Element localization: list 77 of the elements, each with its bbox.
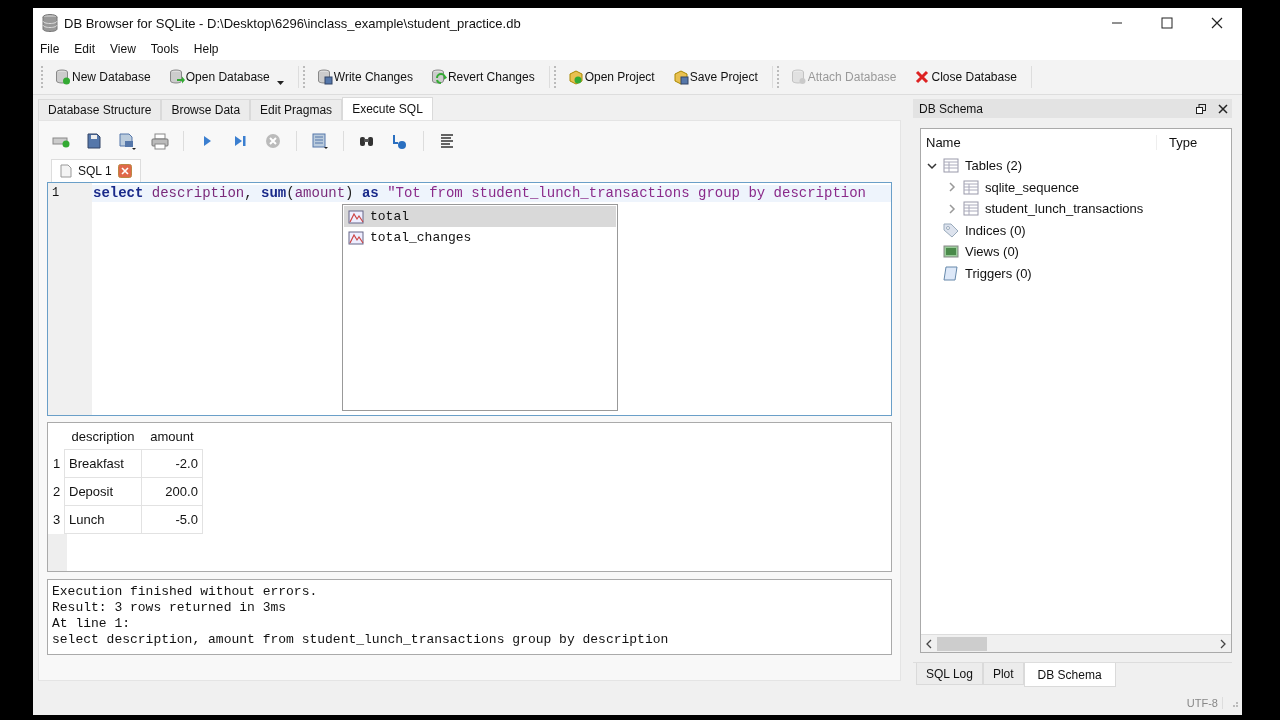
tree-item[interactable]: Indices (0) xyxy=(965,222,1026,238)
function-icon xyxy=(348,209,364,224)
export-icon[interactable] xyxy=(310,132,330,150)
sql-editor[interactable]: 1 select description, sum(amount) as "Tot from student_lunch_transactions group by description total total_changes xyxy=(47,182,892,416)
table-cell: -5.0 xyxy=(141,505,203,534)
table-cell: 200.0 xyxy=(141,477,203,506)
encoding-label: UTF-8 xyxy=(1186,697,1223,709)
autocomplete-item[interactable]: total_changes xyxy=(344,227,616,248)
database-link-icon xyxy=(790,69,807,85)
save-file-icon[interactable] xyxy=(117,132,137,150)
float-icon[interactable] xyxy=(1196,103,1206,114)
menu-item[interactable]: Tools xyxy=(150,40,187,58)
tab[interactable]: Browse Data xyxy=(161,99,251,120)
menu-item[interactable]: View xyxy=(110,40,144,58)
maximize-icon[interactable] xyxy=(1161,17,1173,29)
tree-item[interactable]: student_lunch_transactions xyxy=(985,201,1144,217)
window-title: DB Browser for SQLite - D:\Desktop\6296\inclass_example\student_practice.db xyxy=(64,15,521,31)
tab[interactable]: Plot xyxy=(982,663,1024,685)
tree-item[interactable]: sqlite_sequence xyxy=(985,179,1079,195)
table-cell: -2.0 xyxy=(141,449,203,478)
panel-title: DB Schema xyxy=(919,101,984,116)
table-icon xyxy=(963,179,979,195)
tab[interactable]: Execute SQL xyxy=(342,97,433,120)
function-icon xyxy=(348,230,364,245)
message-line: select description, amount from student_lunch_transactions group by description xyxy=(52,632,670,648)
table-cell: Lunch xyxy=(64,505,142,534)
toolbar-button[interactable]: Revert Changes xyxy=(424,66,541,88)
row-header-strip xyxy=(48,534,67,571)
toolbar-button[interactable]: Close Database xyxy=(908,66,1023,88)
database-add-icon xyxy=(55,69,71,85)
table-cell: Deposit xyxy=(64,477,142,506)
autocomplete-item[interactable]: total xyxy=(344,206,616,227)
tree-item[interactable]: Tables (2) xyxy=(965,158,1023,174)
close-icon[interactable] xyxy=(1218,103,1228,114)
column-header[interactable]: description xyxy=(64,423,142,450)
tree-item[interactable]: Views (0) xyxy=(965,244,1019,260)
column-header[interactable]: Name xyxy=(921,134,1157,150)
tab[interactable]: SQL 1 xyxy=(51,159,141,182)
tab[interactable]: SQL Log xyxy=(916,663,983,685)
print-icon[interactable] xyxy=(150,132,170,150)
close-icon xyxy=(914,69,931,85)
toolbar-button[interactable]: New Database xyxy=(49,66,157,88)
table-icon xyxy=(943,158,959,174)
refresh-icon xyxy=(430,69,447,85)
table-cell: Breakfast xyxy=(64,449,142,478)
message-line: Result: 3 rows returned in 3ms xyxy=(52,600,288,616)
menu-item[interactable]: File xyxy=(40,40,68,58)
menu-item[interactable]: Help xyxy=(193,40,227,58)
column-header[interactable]: Type xyxy=(1157,134,1198,150)
table-icon xyxy=(963,201,979,217)
message-line: At line 1: xyxy=(52,616,131,632)
toolbar-button[interactable]: Save Project xyxy=(666,66,764,88)
scroll-left-icon[interactable] xyxy=(925,638,933,649)
line-number: 1 xyxy=(51,185,61,202)
document-icon xyxy=(60,164,72,178)
box-open-icon xyxy=(567,69,584,85)
close-icon[interactable] xyxy=(1211,17,1223,29)
scroll-right-icon[interactable] xyxy=(1219,638,1227,649)
box-save-icon xyxy=(672,69,689,85)
tab[interactable]: Edit Pragmas xyxy=(250,99,343,120)
scrollbar-thumb[interactable] xyxy=(937,636,987,651)
image-icon xyxy=(943,244,959,260)
scroll-icon xyxy=(943,265,959,281)
tab[interactable]: Database Structure xyxy=(38,99,162,120)
database-open-icon xyxy=(168,69,185,85)
tab[interactable]: DB Schema xyxy=(1023,663,1116,687)
tag-icon xyxy=(943,222,959,238)
column-header[interactable]: amount xyxy=(141,423,203,450)
open-file-icon[interactable] xyxy=(84,132,104,150)
toolbar-button[interactable]: Write Changes xyxy=(310,66,419,88)
toolbar-button[interactable]: Open Project xyxy=(561,66,661,88)
tree-item[interactable]: Triggers (0) xyxy=(965,265,1032,281)
database-icon xyxy=(42,14,58,32)
message-line: Execution finished without errors. xyxy=(52,584,319,600)
database-save-icon xyxy=(316,69,333,85)
toolbar-button[interactable]: Open Database xyxy=(162,66,290,88)
menu-item[interactable]: Edit xyxy=(74,40,104,58)
